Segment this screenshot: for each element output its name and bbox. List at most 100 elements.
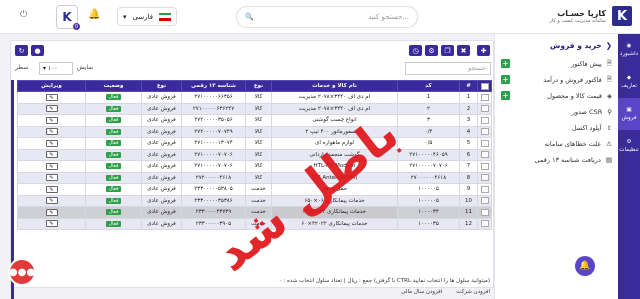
checkbox[interactable] bbox=[480, 220, 489, 228]
row-checkbox[interactable] bbox=[477, 114, 492, 127]
column-header-13digit[interactable]: شناسه ۱۳ رقمی bbox=[181, 80, 246, 92]
cell-edit[interactable]: ✎ bbox=[17, 114, 86, 127]
table-row[interactable]: 3 ۳ انواع چسب گوشتی کالا ۲۷۲۰۰۰۰۰۳۵۰۵۶ فروش ع… bbox=[17, 114, 492, 127]
notification-fab[interactable]: 🔔 bbox=[575, 256, 595, 276]
edit-icon[interactable]: ✎ bbox=[45, 128, 58, 136]
checkbox[interactable] bbox=[480, 105, 489, 113]
checkbox[interactable] bbox=[480, 139, 489, 147]
add-fiscal-year-link[interactable]: افزودن سال مالی bbox=[401, 289, 442, 299]
select-all-header[interactable] bbox=[477, 80, 492, 92]
rail-item-definitions[interactable]: ◆ تعاریف bbox=[618, 66, 640, 98]
edit-icon[interactable]: ✎ bbox=[45, 185, 58, 193]
checkbox[interactable] bbox=[480, 116, 489, 124]
edit-icon[interactable]: ✎ bbox=[45, 151, 58, 159]
search-input[interactable]: 🔍 جستجو کنید... bbox=[236, 6, 418, 28]
column-header-type[interactable]: نوع bbox=[141, 80, 182, 92]
edit-icon[interactable]: ✎ bbox=[45, 220, 58, 228]
brand[interactable]: K کارپا حسـاب سامانه مدیریت کسب و کار bbox=[549, 6, 632, 26]
column-header-number[interactable]: # bbox=[459, 80, 478, 92]
sidebar-section-header[interactable]: ❯ خرید و فروش bbox=[495, 34, 618, 56]
sidebar-item-price[interactable]: ◈ قیمت کالا و محصول + bbox=[495, 88, 618, 104]
table-row[interactable]: 4 ۰/۴ ترانسفورماتور ۴۰۰ تیپ ۲ کالا ۲۷۲۰۰۰۰۰۷… bbox=[17, 125, 492, 138]
checkbox[interactable] bbox=[480, 208, 489, 216]
table-row[interactable]: 9 ۱۰۰۰۰۰۵ حمل و نقل خدمت ۲۳۳۰۰۰۰۰۵۳۸۰۵ فروش ع… bbox=[17, 183, 492, 196]
add-icon[interactable]: + bbox=[501, 91, 510, 100]
table-row[interactable]: 5 ۰/۵ لوازم ماهواره ای کالا ۲۷۱۰۰۰۰۰۱۳۰۷۴ فرو… bbox=[17, 137, 492, 150]
toolbar-button-3[interactable]: ❐ bbox=[441, 45, 454, 56]
column-header-status[interactable]: وضعیت bbox=[85, 80, 142, 92]
row-checkbox[interactable] bbox=[477, 137, 492, 150]
sidebar-item-csr[interactable]: ⚲ صدور CSR bbox=[495, 104, 618, 120]
cell-edit[interactable]: ✎ bbox=[17, 137, 86, 150]
edit-icon[interactable]: ✎ bbox=[45, 139, 58, 147]
cell-edit[interactable]: ✎ bbox=[17, 171, 86, 184]
checkbox[interactable] bbox=[480, 162, 489, 170]
row-checkbox[interactable] bbox=[477, 183, 492, 196]
edit-icon[interactable]: ✎ bbox=[45, 174, 58, 182]
sidebar-item-excel[interactable]: ⇧ آپلود اکسل bbox=[495, 120, 618, 136]
bell-icon[interactable]: 🔔 bbox=[88, 9, 100, 20]
sidebar-item-errors[interactable]: ⚠ علت خطاهای سامانه bbox=[495, 136, 618, 152]
toolbar-button-5[interactable]: ✚ bbox=[477, 45, 490, 56]
edit-icon[interactable]: ✎ bbox=[45, 93, 58, 101]
row-checkbox[interactable] bbox=[477, 102, 492, 115]
table-row[interactable]: 2 ۲ ام دی اف ۳۴۴۰×۲۰۷۸ مدیریت کالا ۲۷۱۰۰۰۰۰۶… bbox=[17, 102, 492, 115]
sidebar-item-13digit[interactable]: ▤ دریافت شناسه ۱۳ رقمی bbox=[495, 152, 618, 168]
cell-edit[interactable]: ✎ bbox=[17, 183, 86, 196]
edit-icon[interactable]: ✎ bbox=[45, 116, 58, 124]
language-select[interactable]: ▾ فارسی bbox=[117, 7, 177, 26]
user-button[interactable]: ● bbox=[31, 45, 44, 56]
refresh-button[interactable]: ↻ bbox=[15, 45, 28, 56]
cell-edit[interactable]: ✎ bbox=[17, 91, 86, 104]
toolbar-button-1[interactable]: ◷ bbox=[409, 45, 422, 56]
cell-edit[interactable]: ✎ bbox=[17, 125, 86, 138]
table-row[interactable]: 7 ۲۷۱۰۰۰۰۰۷۰۷۰۶ HTL-FG Modem کالا ۲۷۱۰۰۰۰۰۷۰… bbox=[17, 160, 492, 173]
checkbox[interactable] bbox=[480, 128, 489, 136]
checkbox[interactable] bbox=[480, 185, 489, 193]
sidebar-item-sales-invoice[interactable]: 🗎 فاکتور فروش و درآمد + bbox=[495, 72, 618, 88]
add-company-link[interactable]: افزودن شرکت bbox=[456, 289, 490, 299]
column-header-edit[interactable]: ویرایش bbox=[17, 80, 86, 92]
checkbox[interactable] bbox=[480, 82, 489, 90]
column-header-name[interactable]: نام کالا و خدمات bbox=[271, 80, 398, 92]
cell-edit[interactable]: ✎ bbox=[17, 206, 86, 219]
cell-edit[interactable]: ✎ bbox=[17, 102, 86, 115]
row-checkbox[interactable] bbox=[477, 91, 492, 104]
cell-edit[interactable]: ✎ bbox=[17, 194, 86, 207]
row-checkbox[interactable] bbox=[477, 160, 492, 173]
checkbox[interactable] bbox=[480, 151, 489, 159]
table-row[interactable]: 1 1 ام دی اف ۳۴۴۰×۲۰۷۸ مدیریت کالا ۲۷۱۰۰۰۰۰۶… bbox=[17, 91, 492, 104]
row-checkbox[interactable] bbox=[477, 217, 492, 230]
cell-edit[interactable]: ✎ bbox=[17, 160, 86, 173]
edit-icon[interactable]: ✎ bbox=[45, 197, 58, 205]
table-filter-input[interactable]: جستجو bbox=[405, 62, 491, 75]
row-checkbox[interactable] bbox=[477, 148, 492, 161]
cell-edit[interactable]: ✎ bbox=[17, 148, 86, 161]
checkbox[interactable] bbox=[480, 174, 489, 182]
row-checkbox[interactable] bbox=[477, 125, 492, 138]
power-icon[interactable]: ⏻ bbox=[20, 10, 27, 20]
column-header-kind[interactable]: نوع bbox=[245, 80, 272, 92]
edit-icon[interactable]: ✎ bbox=[45, 208, 58, 216]
add-icon[interactable]: + bbox=[501, 75, 510, 84]
chat-button[interactable]: ●●● bbox=[8, 258, 36, 286]
checkbox[interactable] bbox=[480, 197, 489, 205]
add-icon[interactable]: + bbox=[501, 59, 510, 68]
column-header-code[interactable]: کد bbox=[397, 80, 460, 92]
toolbar-button-4[interactable]: ✖ bbox=[457, 45, 470, 56]
table-row[interactable]: 8 ۲۷۰۰۰۰۰۰۴۶۱۸ LTE Antenna(۳M) کالا ۲۷۲۰۰۰۰۰… bbox=[17, 171, 492, 184]
row-checkbox[interactable] bbox=[477, 171, 492, 184]
checkbox[interactable] bbox=[480, 93, 489, 101]
rail-item-dashboard[interactable]: ◉ داشبورد bbox=[618, 34, 640, 66]
edit-icon[interactable]: ✎ bbox=[45, 105, 58, 113]
table-row[interactable]: 6 ۲۷۱۰۰۰۰۰۴۶۰۵۹ گوشت منجمد وارداتی کالا ۲۷۱۰… bbox=[17, 148, 492, 161]
toolbar-button-2[interactable]: ⚙ bbox=[425, 45, 438, 56]
edit-icon[interactable]: ✎ bbox=[45, 162, 58, 170]
row-checkbox[interactable] bbox=[477, 206, 492, 219]
row-checkbox[interactable] bbox=[477, 194, 492, 207]
rail-item-settings[interactable]: ⚙ تنظیمات bbox=[618, 130, 640, 162]
rows-per-page-select[interactable]: ▾ ۱۰۰ bbox=[39, 62, 73, 75]
rail-item-sales[interactable]: ▣ فروش bbox=[618, 98, 640, 130]
sidebar-item-proforma[interactable]: 🗎 پیش فاکتور + bbox=[495, 56, 618, 72]
cell-edit[interactable]: ✎ bbox=[17, 217, 86, 230]
